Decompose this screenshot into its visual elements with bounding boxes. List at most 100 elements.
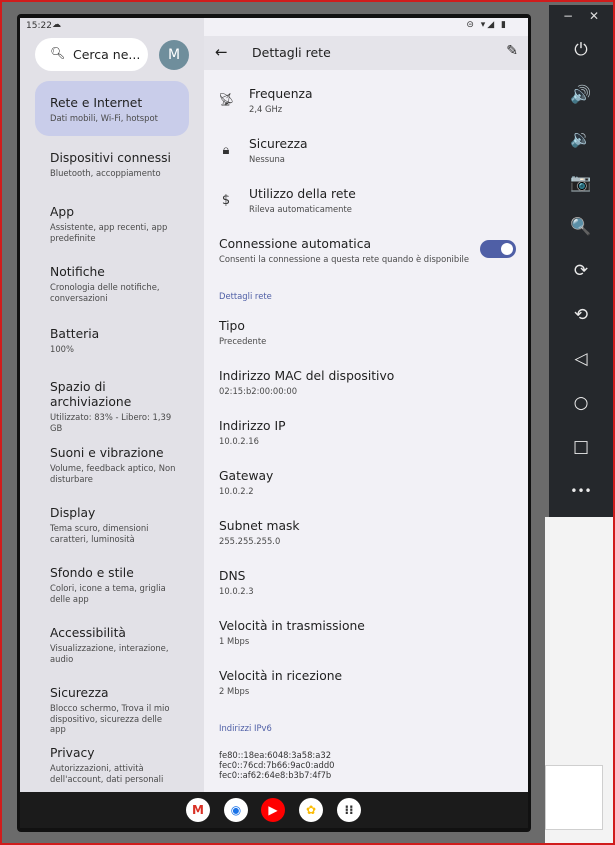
row-frequenza[interactable]: 📡︎ Frequenza 2,4 GHz: [204, 87, 528, 117]
nav-item-subtitle: Autorizzazioni, attività dell'account, d…: [50, 763, 164, 784]
nav-item-subtitle: Colori, icone a tema, griglia delle app: [50, 583, 166, 604]
nav-item-subtitle: Blocco schermo, Trova il mio dispositivo…: [50, 703, 170, 734]
photos-icon[interactable]: ✿: [299, 798, 323, 822]
section-label-dettagli: Dettagli rete: [219, 291, 272, 301]
nav-item-subtitle: Cronologia delle notifiche, conversazion…: [50, 282, 160, 303]
detail-value: 02:15:b2:00:00:00: [219, 386, 298, 396]
close-button[interactable]: ✕: [589, 9, 599, 23]
nav-item-title: Sicurezza: [50, 686, 109, 700]
ipv6-address: fec0::76cd:7b66:9ac0:add0: [219, 760, 335, 770]
nav-item-display[interactable]: Display Tema scuro, dimensioni caratteri…: [35, 506, 189, 546]
app-drawer-icon[interactable]: ⁝⁝: [337, 798, 361, 822]
app-bar: ← Dettagli rete ✎: [204, 36, 528, 70]
detail-row[interactable]: Velocità in ricezione 2 Mbps: [204, 669, 528, 699]
section-label-ipv6: Indirizzi IPv6: [219, 723, 272, 733]
detail-title: Indirizzo IP: [219, 419, 286, 433]
device-screen: 🔍︎ Cerca ne... M Rete e Internet Dati mo…: [20, 18, 528, 792]
volume-down-icon[interactable]: 🔉: [567, 126, 595, 152]
status-icons: ⊝ ▾◢ ▮: [466, 20, 508, 30]
nav-item-title: Rete e Internet: [50, 96, 143, 110]
status-bar: 15:22 ☁ ⊝ ▾◢ ▮: [20, 18, 528, 36]
nav-item-sicurezza[interactable]: Sicurezza Blocco schermo, Trova il mio d…: [35, 686, 189, 734]
detail-title: Subnet mask: [219, 519, 300, 533]
row-utilizzo-rete[interactable]: $ Utilizzo della rete Rileva automaticam…: [204, 187, 528, 217]
detail-title: Tipo: [219, 319, 245, 333]
rotate-right-icon[interactable]: ⟲: [567, 302, 595, 328]
nav-item-app[interactable]: App Assistente, app recenti, app predefi…: [35, 205, 189, 245]
edit-pencil-icon[interactable]: ✎: [506, 43, 518, 59]
nav-item-title: Notifiche: [50, 265, 105, 279]
row-connessione-automatica[interactable]: Connessione automatica Consenti la conne…: [204, 237, 528, 267]
page-title: Dettagli rete: [252, 45, 331, 60]
detail-title: DNS: [219, 569, 246, 583]
gmail-icon[interactable]: M: [186, 798, 210, 822]
background-card: [545, 765, 603, 830]
rotate-left-icon[interactable]: ⟳: [567, 258, 595, 284]
network-details-pane: ← Dettagli rete ✎ 📡︎ Frequenza 2,4 GHz 🔒…: [204, 18, 528, 792]
emulator-toolbar: − ✕ ⏻ 🔊 🔉 📷 🔍 ⟳ ⟲ ◁ ○ □ •••: [549, 5, 613, 517]
detail-value: 10.0.2.2: [219, 486, 254, 496]
nav-item-subtitle: Utilizzato: 83% - Libero: 1,39 GB: [50, 412, 172, 433]
ipv6-address: fec0::af62:64e8:b3b7:4f7b: [219, 770, 332, 780]
nav-item-accessibilita[interactable]: Accessibilità Visualizzazione, interazio…: [35, 626, 189, 666]
nav-item-subtitle: Volume, feedback aptico, Non disturbare: [50, 463, 176, 484]
nav-item-dispositivi[interactable]: Dispositivi connessi Bluetooth, accoppia…: [35, 151, 189, 181]
nav-item-batteria[interactable]: Batteria 100%: [35, 327, 189, 357]
camera-icon[interactable]: 📷: [567, 170, 595, 196]
row-subtitle: Consenti la connessione a questa rete qu…: [219, 254, 470, 264]
nav-item-title: App: [50, 205, 75, 219]
volume-up-icon[interactable]: 🔊: [567, 82, 595, 108]
nav-item-title: Spazio di archiviazione: [50, 380, 132, 409]
status-time: 15:22: [26, 21, 52, 31]
back-icon[interactable]: ◁: [567, 346, 595, 372]
settings-nav-pane: 🔍︎ Cerca ne... M Rete e Internet Dati mo…: [20, 18, 204, 792]
search-field[interactable]: 🔍︎ Cerca ne...: [35, 38, 148, 71]
detail-row[interactable]: Subnet mask 255.255.255.0: [204, 519, 528, 549]
back-arrow-icon[interactable]: ←: [215, 43, 228, 61]
search-icon: 🔍︎: [50, 46, 66, 60]
row-title: Frequenza: [249, 87, 313, 101]
nav-item-privacy[interactable]: Privacy Autorizzazioni, attività dell'ac…: [35, 746, 189, 786]
toggle-knob: [501, 243, 513, 255]
detail-row[interactable]: Indirizzo MAC del dispositivo 02:15:b2:0…: [204, 369, 528, 399]
detail-value: 1 Mbps: [219, 636, 250, 646]
detail-row[interactable]: Tipo Precedente: [204, 319, 528, 349]
nav-item-notifiche[interactable]: Notifiche Cronologia delle notifiche, co…: [35, 265, 189, 305]
youtube-icon[interactable]: ▶: [261, 798, 285, 822]
overview-icon[interactable]: □: [567, 434, 595, 460]
zoom-icon[interactable]: 🔍: [567, 214, 595, 240]
row-subtitle: Rileva automaticamente: [249, 204, 352, 214]
row-sicurezza[interactable]: 🔒︎ Sicurezza Nessuna: [204, 137, 528, 167]
row-subtitle: 2,4 GHz: [249, 104, 283, 114]
detail-title: Gateway: [219, 469, 274, 483]
nav-item-title: Dispositivi connessi: [50, 151, 171, 165]
home-icon[interactable]: ○: [567, 390, 595, 416]
chrome-icon[interactable]: ◉: [224, 798, 248, 822]
detail-value: 10.0.2.16: [219, 436, 259, 446]
nav-item-rete-internet[interactable]: Rete e Internet Dati mobili, Wi-Fi, hots…: [35, 81, 189, 136]
avatar[interactable]: M: [159, 40, 189, 70]
detail-value: 255.255.255.0: [219, 536, 281, 546]
nav-item-subtitle: Visualizzazione, interazione, audio: [50, 643, 169, 664]
detail-row[interactable]: Velocità in trasmissione 1 Mbps: [204, 619, 528, 649]
search-placeholder: Cerca ne...: [73, 47, 141, 62]
detail-title: Velocità in ricezione: [219, 669, 343, 683]
minimize-button[interactable]: −: [563, 9, 573, 23]
detail-row[interactable]: Indirizzo IP 10.0.2.16: [204, 419, 528, 449]
dollar-icon: $: [221, 193, 231, 208]
nav-item-title: Accessibilità: [50, 626, 126, 640]
detail-row[interactable]: Gateway 10.0.2.2: [204, 469, 528, 499]
power-icon[interactable]: ⏻: [567, 37, 595, 63]
nav-item-spazio[interactable]: Spazio di archiviazione Utilizzato: 83% …: [35, 380, 189, 433]
nav-item-subtitle: 100%: [50, 344, 74, 354]
nav-item-suoni[interactable]: Suoni e vibrazione Volume, feedback apti…: [35, 446, 189, 486]
more-icon[interactable]: •••: [567, 478, 595, 504]
ipv6-address: fe80::18ea:6048:3a58:a32: [219, 750, 332, 760]
auto-connect-toggle[interactable]: [480, 240, 516, 258]
antenna-icon: 📡︎: [218, 93, 235, 108]
detail-row[interactable]: DNS 10.0.2.3: [204, 569, 528, 599]
detail-value: 2 Mbps: [219, 686, 250, 696]
nav-item-title: Suoni e vibrazione: [50, 446, 164, 460]
row-title: Utilizzo della rete: [249, 187, 356, 201]
nav-item-sfondo[interactable]: Sfondo e stile Colori, icone a tema, gri…: [35, 566, 189, 606]
